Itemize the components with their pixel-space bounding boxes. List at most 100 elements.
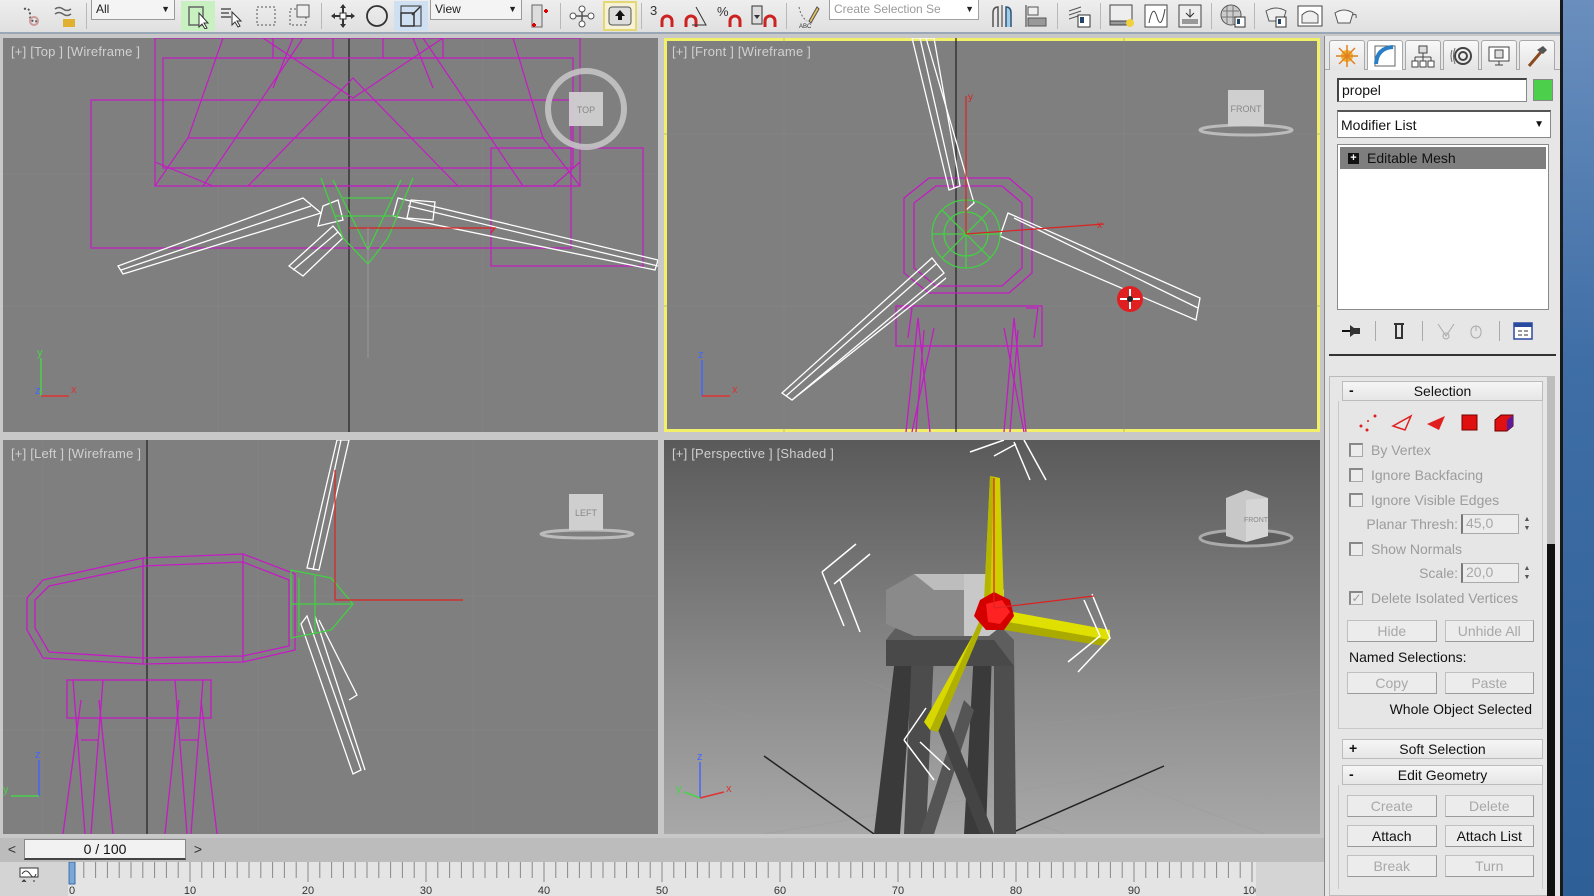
scale-field[interactable]: 20,0 xyxy=(1461,563,1519,583)
select-and-move-button[interactable] xyxy=(326,1,360,31)
planar-thresh-field[interactable]: 45,0 xyxy=(1461,514,1519,534)
edge-level-icon[interactable] xyxy=(1390,412,1413,432)
object-color-swatch[interactable] xyxy=(1533,79,1553,101)
command-panel-scrollbar[interactable] xyxy=(1547,376,1555,896)
ruler-label: 30 xyxy=(420,885,432,896)
named-selection-sets-input[interactable]: Create Selection Se ▼ xyxy=(829,0,979,20)
turn-button[interactable]: Turn xyxy=(1444,855,1534,877)
next-frame-button[interactable]: > xyxy=(188,841,208,859)
remove-modifier-button[interactable] xyxy=(1461,319,1491,343)
delete-isolated-vertices-checkbox[interactable]: ✓ xyxy=(1349,590,1363,605)
edit-geometry-rollout-header[interactable]: - Edit Geometry xyxy=(1342,765,1543,785)
render-production-button[interactable] xyxy=(1327,1,1361,31)
selection-filter-dropdown[interactable]: All ▼ xyxy=(91,0,175,20)
viewport-label[interactable]: [+] [Left ] [Wireframe ] xyxy=(11,446,141,461)
modifier-list-dropdown[interactable]: Modifier List ▼ xyxy=(1337,110,1551,138)
viewcube-perspective[interactable]: FRONT xyxy=(1196,486,1296,552)
select-and-rotate-button[interactable] xyxy=(360,1,394,31)
unhide-all-button[interactable]: Unhide All xyxy=(1444,620,1534,642)
scene-explorer-button[interactable] xyxy=(1105,1,1139,31)
tab-display[interactable] xyxy=(1481,40,1517,70)
viewport-perspective[interactable]: [+] [Perspective ] [Shaded ] z x y FRONT xyxy=(664,440,1320,834)
select-and-manipulate-button[interactable] xyxy=(565,1,599,31)
use-pivot-center-button[interactable] xyxy=(522,1,556,31)
percent-snap-toggle-button[interactable]: % xyxy=(714,1,748,31)
keyboard-shortcut-override-button[interactable] xyxy=(603,1,637,31)
align-button[interactable] xyxy=(1019,1,1053,31)
ignore-backfacing-checkbox[interactable] xyxy=(1349,467,1363,482)
edit-named-selection-sets-button[interactable]: ABC xyxy=(791,1,825,31)
mini-curve-editor-icon[interactable] xyxy=(18,866,42,882)
make-unique-button[interactable] xyxy=(1431,319,1461,343)
svg-text:y: y xyxy=(676,783,682,795)
delete-button[interactable]: Delete xyxy=(1444,795,1534,817)
axis-tripod: z x y xyxy=(676,751,732,799)
soft-selection-rollout-header[interactable]: + Soft Selection xyxy=(1342,739,1543,759)
paste-button[interactable]: Paste xyxy=(1444,672,1534,694)
layer-manager-button[interactable] xyxy=(1062,1,1096,31)
time-slider-thumb[interactable]: 0 / 100 xyxy=(24,839,186,860)
select-and-link-button[interactable] xyxy=(14,1,48,31)
previous-frame-button[interactable]: < xyxy=(2,841,22,859)
spinner-snap-toggle-button[interactable] xyxy=(748,1,782,31)
by-vertex-checkbox[interactable] xyxy=(1349,442,1363,457)
stack-item-editable-mesh[interactable]: + Editable Mesh xyxy=(1340,147,1546,169)
polygon-level-icon[interactable] xyxy=(1459,412,1481,432)
viewcube-top[interactable]: TOP xyxy=(543,66,629,152)
attach-list-button[interactable]: Attach List xyxy=(1444,825,1534,847)
material-editor-button[interactable] xyxy=(1216,1,1250,31)
expand-icon[interactable]: + xyxy=(1348,152,1359,164)
tab-hierarchy[interactable] xyxy=(1405,40,1441,70)
tab-create[interactable] xyxy=(1329,40,1365,70)
rectangular-selection-region-button[interactable] xyxy=(249,1,283,31)
scale-spinner[interactable]: ▲ ▼ xyxy=(1522,564,1532,582)
scrollbar-thumb[interactable] xyxy=(1547,544,1555,896)
break-button[interactable]: Break xyxy=(1347,855,1437,877)
rendered-frame-window-button[interactable] xyxy=(1293,1,1327,31)
viewport-left[interactable]: [+] [Left ] [Wireframe ] z y LEFT xyxy=(3,440,658,834)
show-normals-checkbox[interactable] xyxy=(1349,541,1363,556)
planar-thresh-spinner[interactable]: ▲ ▼ xyxy=(1522,515,1532,533)
tab-motion[interactable] xyxy=(1443,40,1479,70)
element-level-icon[interactable] xyxy=(1493,412,1515,432)
select-and-scale-button[interactable] xyxy=(394,1,428,31)
mirror-button[interactable] xyxy=(985,1,1019,31)
viewport-label[interactable]: [+] [Perspective ] [Shaded ] xyxy=(672,446,834,461)
show-end-result-button[interactable] xyxy=(1384,319,1414,343)
selection-rollout-header[interactable]: - Selection xyxy=(1342,381,1543,401)
vertex-level-icon[interactable] xyxy=(1357,412,1379,432)
divider xyxy=(1329,354,1556,356)
object-name-input[interactable]: propel xyxy=(1337,78,1527,102)
curve-editor-button[interactable] xyxy=(1139,1,1173,31)
angle-snap-toggle-button[interactable] xyxy=(680,1,714,31)
copy-button[interactable]: Copy xyxy=(1347,672,1437,694)
tab-modify[interactable] xyxy=(1367,40,1403,70)
svg-text:z: z xyxy=(698,349,704,361)
viewport-label[interactable]: [+] [Front ] [Wireframe ] xyxy=(672,44,811,59)
subobject-level-buttons xyxy=(1339,407,1542,437)
viewport-label[interactable]: [+] [Top ] [Wireframe ] xyxy=(11,44,140,59)
viewcube-front[interactable]: FRONT xyxy=(1196,88,1296,140)
attach-button[interactable]: Attach xyxy=(1347,825,1437,847)
viewcube-face-label: FRONT xyxy=(1244,517,1269,524)
face-level-icon[interactable] xyxy=(1425,412,1447,432)
tab-utilities[interactable] xyxy=(1519,40,1555,70)
reference-coordinate-dropdown[interactable]: View ▼ xyxy=(430,0,522,20)
ignore-visible-edges-checkbox[interactable] xyxy=(1349,492,1363,507)
viewport-front[interactable]: [+] [Front ] [Wireframe ] y x z x FRONT xyxy=(664,38,1320,432)
schematic-view-button[interactable] xyxy=(1173,1,1207,31)
viewport-top[interactable]: [+] [Top ] [Wireframe ] y x z TOP xyxy=(3,38,658,432)
bind-to-spacewarp-button[interactable] xyxy=(48,1,82,31)
viewcube-left[interactable]: LEFT xyxy=(537,490,637,542)
render-setup-button[interactable] xyxy=(1259,1,1293,31)
snaps-toggle-button[interactable]: 3 xyxy=(646,1,680,31)
create-button[interactable]: Create xyxy=(1347,795,1437,817)
select-object-button[interactable] xyxy=(181,1,215,31)
pin-stack-button[interactable] xyxy=(1337,319,1367,343)
timeline-ruler[interactable]: 0 10 20 30 40 50 60 70 80 90 100 xyxy=(68,862,1256,896)
render-icon xyxy=(1334,9,1357,24)
hide-button[interactable]: Hide xyxy=(1347,620,1437,642)
window-crossing-button[interactable] xyxy=(283,1,317,31)
configure-modifier-sets-button[interactable] xyxy=(1508,319,1538,343)
select-by-name-button[interactable] xyxy=(215,1,249,31)
